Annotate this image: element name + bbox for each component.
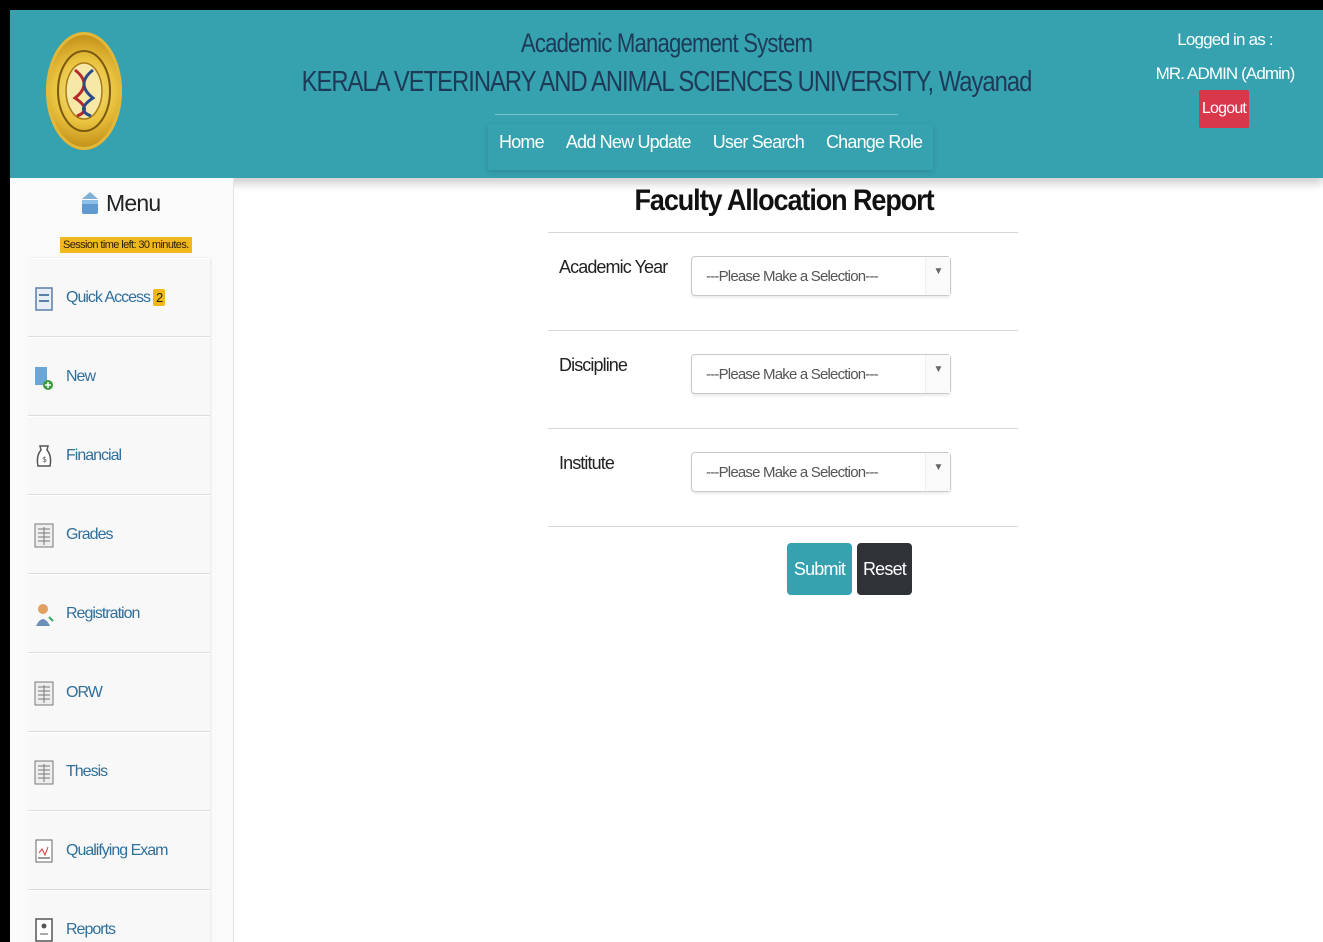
dropdown-arrow-icon: ▼ <box>925 453 950 491</box>
academic-year-selected-value: ---Please Make a Selection--- <box>706 268 879 285</box>
sidebar-item-reports[interactable]: Reports <box>28 890 210 942</box>
form-divider <box>548 526 1018 527</box>
svg-text:$: $ <box>42 455 47 464</box>
page-title: Faculty Allocation Report <box>634 184 934 217</box>
discipline-label: Discipline <box>559 355 628 375</box>
sidebar-item-label: Registration <box>66 604 140 622</box>
discipline-selected-value: ---Please Make a Selection--- <box>706 366 879 383</box>
sidebar-item-new[interactable]: New <box>28 337 210 416</box>
sidebar-item-thesis[interactable]: Thesis <box>28 732 210 811</box>
university-logo <box>46 32 122 150</box>
system-title: Academic Management System <box>520 28 813 58</box>
sidebar-item-label: Quick Access 2 <box>66 288 166 307</box>
form-divider <box>548 428 1018 429</box>
app-frame: Academic Management System KERALA VETERI… <box>10 10 1323 942</box>
sidebar-item-registration[interactable]: Registration <box>28 574 210 653</box>
thesis-icon <box>34 758 54 786</box>
sidebar-item-label: Thesis <box>66 762 108 780</box>
grades-icon <box>34 521 54 549</box>
logged-in-label: Logged in as : <box>1177 30 1273 49</box>
logout-button[interactable]: Logout <box>1199 90 1249 128</box>
submit-button[interactable]: Submit <box>787 543 852 595</box>
sidebar-item-quick-access[interactable]: Quick Access 2 <box>28 258 210 337</box>
menu-icon <box>80 190 100 216</box>
nav-add-new-update[interactable]: Add New Update <box>555 124 702 170</box>
top-nav: Home Add New Update User Search Change R… <box>488 124 933 170</box>
session-timer-badge: Session time left: 30 minutes. <box>60 237 192 253</box>
institute-label: Institute <box>559 453 615 473</box>
sidebar-item-label: Reports <box>66 920 116 938</box>
sidebar-item-label: New <box>66 367 96 385</box>
sidebar-item-grades[interactable]: Grades <box>28 495 210 574</box>
dropdown-arrow-icon: ▼ <box>925 257 950 295</box>
discipline-select[interactable]: ---Please Make a Selection--- ▼ <box>691 354 951 394</box>
sidebar-item-label: Financial <box>66 446 122 464</box>
sidebar-item-label: Qualifying Exam <box>66 841 168 859</box>
menu-title: Menu <box>106 189 161 216</box>
academic-year-select[interactable]: ---Please Make a Selection--- ▼ <box>691 256 951 296</box>
nav-change-role[interactable]: Change Role <box>815 124 933 170</box>
nav-home[interactable]: Home <box>488 124 555 170</box>
title-divider <box>495 114 898 115</box>
reports-icon <box>34 916 54 942</box>
sidebar-item-financial[interactable]: $ Financial <box>28 416 210 495</box>
form-divider <box>548 232 1018 233</box>
form-divider <box>548 330 1018 331</box>
academic-year-label: Academic Year <box>559 257 668 277</box>
financial-icon: $ <box>34 442 54 470</box>
logged-in-user: MR. ADMIN (Admin) <box>1155 64 1296 83</box>
sidebar-item-orw[interactable]: ORW <box>28 653 210 732</box>
reset-button[interactable]: Reset <box>857 543 912 595</box>
sidebar: Menu Session time left: 30 minutes. Quic… <box>10 178 234 942</box>
quick-access-icon <box>34 284 54 312</box>
institute-select[interactable]: ---Please Make a Selection--- ▼ <box>691 452 951 492</box>
institute-selected-value: ---Please Make a Selection--- <box>706 464 879 481</box>
quick-access-count-badge: 2 <box>153 288 166 306</box>
sidebar-item-qualifying-exam[interactable]: Qualifying Exam <box>28 811 210 890</box>
header: Academic Management System KERALA VETERI… <box>10 10 1323 178</box>
registration-icon <box>34 600 54 628</box>
orw-icon <box>34 679 54 707</box>
nav-user-search[interactable]: User Search <box>702 124 815 170</box>
sidebar-item-label: Grades <box>66 525 113 543</box>
sidebar-item-label: ORW <box>66 683 103 701</box>
new-doc-icon <box>34 363 54 391</box>
qualifying-exam-icon <box>34 837 54 865</box>
university-name: KERALA VETERINARY AND ANIMAL SCIENCES UN… <box>301 66 1033 98</box>
sidebar-menu: Quick Access 2 New $ Financial Grades Re… <box>28 258 210 942</box>
menu-header[interactable]: Menu <box>80 186 161 220</box>
dropdown-arrow-icon: ▼ <box>925 355 950 393</box>
